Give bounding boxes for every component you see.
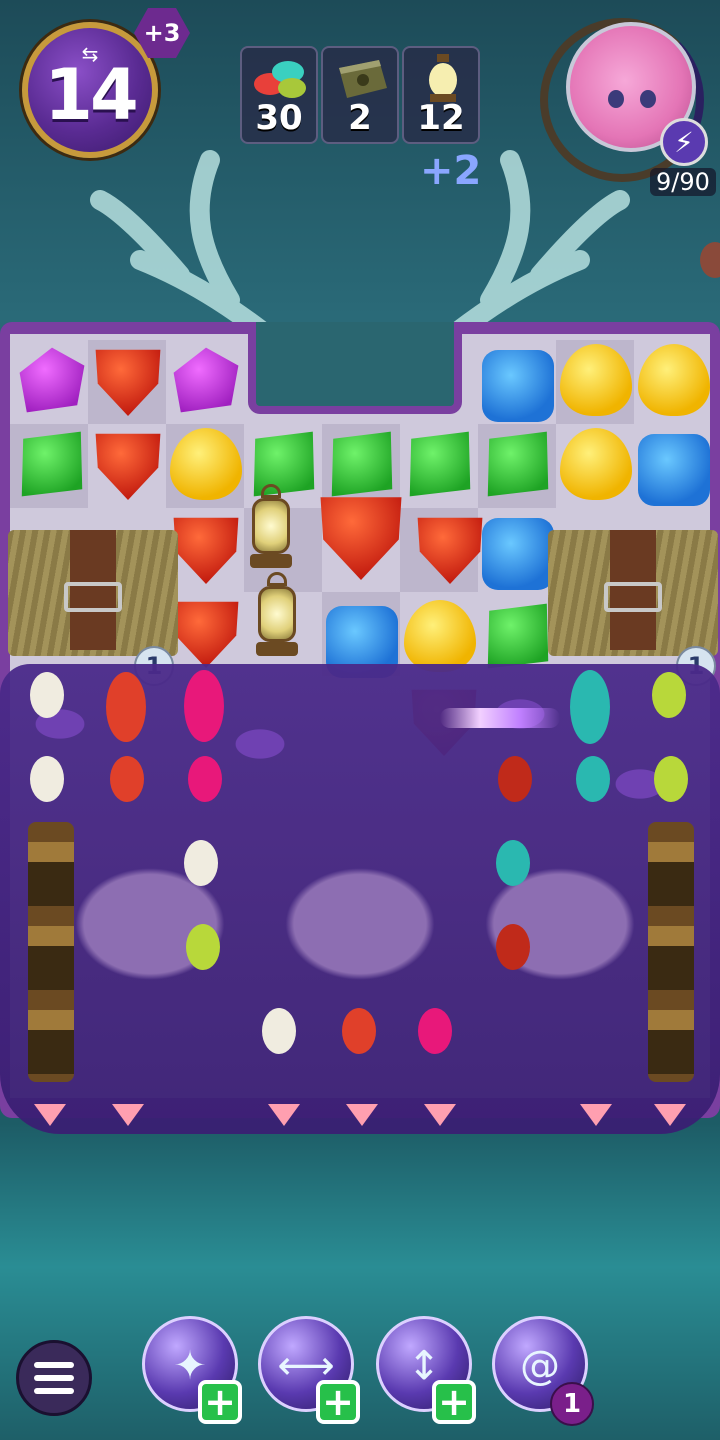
green-snake-gem[interactable] [331, 431, 393, 497]
drop-arrow-icon [268, 1104, 300, 1126]
jelly-bean[interactable] [110, 756, 144, 802]
jelly-bean[interactable] [652, 672, 686, 718]
menu-button[interactable] [16, 1340, 92, 1416]
jelly-bean[interactable] [498, 756, 532, 802]
jelly-bean[interactable] [418, 1008, 452, 1054]
goal-count: 30 [255, 98, 303, 138]
jelly-bean-pile [0, 664, 720, 1134]
avatar-eye [640, 90, 656, 108]
jelly-bean[interactable] [570, 670, 610, 744]
trunk-obstacle [548, 530, 718, 656]
goal-spellbook: 2 [321, 46, 399, 144]
lantern-icon [429, 54, 457, 102]
blue-eagle-gem[interactable] [638, 434, 710, 506]
jelly-bean[interactable] [30, 756, 64, 802]
drop-arrow-icon [580, 1104, 612, 1126]
avatar-eye [608, 90, 624, 108]
spellbook-icon [339, 60, 387, 98]
swap-arrows-icon: ⇆ [81, 42, 99, 66]
goal-count: 2 [348, 98, 372, 138]
lantern-icon[interactable] [246, 484, 296, 574]
jelly-bean[interactable] [496, 840, 530, 886]
green-snake-gem[interactable] [487, 603, 549, 669]
moves-left-value: 14 [44, 54, 138, 136]
jelly-bean[interactable] [186, 924, 220, 970]
drop-arrow-icon [654, 1104, 686, 1126]
drop-arrow-icon [34, 1104, 66, 1126]
jelly-bean[interactable] [496, 924, 530, 970]
jelly-bean[interactable] [106, 672, 146, 742]
goal-count: 12 [417, 98, 465, 138]
add-booster-button[interactable]: + [198, 1380, 242, 1424]
energy-counter: 9/90 [650, 168, 716, 196]
green-snake-gem[interactable] [21, 431, 83, 497]
add-booster-button[interactable]: + [432, 1380, 476, 1424]
jelly-bean[interactable] [654, 756, 688, 802]
jelly-bean[interactable] [188, 756, 222, 802]
goal-jelly-beans: 30 [240, 46, 318, 144]
green-snake-gem[interactable] [487, 431, 549, 497]
lightning-icon: ⚡ [660, 118, 708, 166]
jelly-bean[interactable] [576, 756, 610, 802]
jelly-bean[interactable] [184, 670, 224, 742]
blue-eagle-gem[interactable] [482, 350, 554, 422]
add-booster-button[interactable]: + [316, 1380, 360, 1424]
green-snake-gem[interactable] [409, 431, 471, 497]
drop-arrow-icon [346, 1104, 378, 1126]
hamburger-line [34, 1375, 74, 1381]
wooden-post-obstacle [28, 822, 74, 1082]
jelly-bean[interactable] [342, 1008, 376, 1054]
trunk-obstacle [8, 530, 178, 656]
drop-arrow-icon [112, 1104, 144, 1126]
blue-eagle-gem[interactable] [482, 518, 554, 590]
side-tab-handle[interactable] [700, 242, 720, 278]
goal-lantern: 12 [402, 46, 480, 144]
jelly-bean[interactable] [184, 840, 218, 886]
jelly-beans-icon [254, 61, 306, 98]
goal-bonus-text: +2 [420, 148, 482, 194]
hamburger-line [34, 1388, 74, 1394]
moves-counter: ⇆ 14 [22, 22, 158, 158]
jelly-bean[interactable] [262, 1008, 296, 1054]
jelly-bean[interactable] [30, 672, 64, 718]
lightning-spark-effect [440, 708, 560, 728]
board-notch [248, 322, 462, 414]
lantern-icon[interactable] [252, 572, 302, 662]
wooden-post-obstacle [648, 822, 694, 1082]
hamburger-line [34, 1362, 74, 1368]
booster-count-badge: 1 [550, 1382, 594, 1426]
drop-arrow-icon [424, 1104, 456, 1126]
